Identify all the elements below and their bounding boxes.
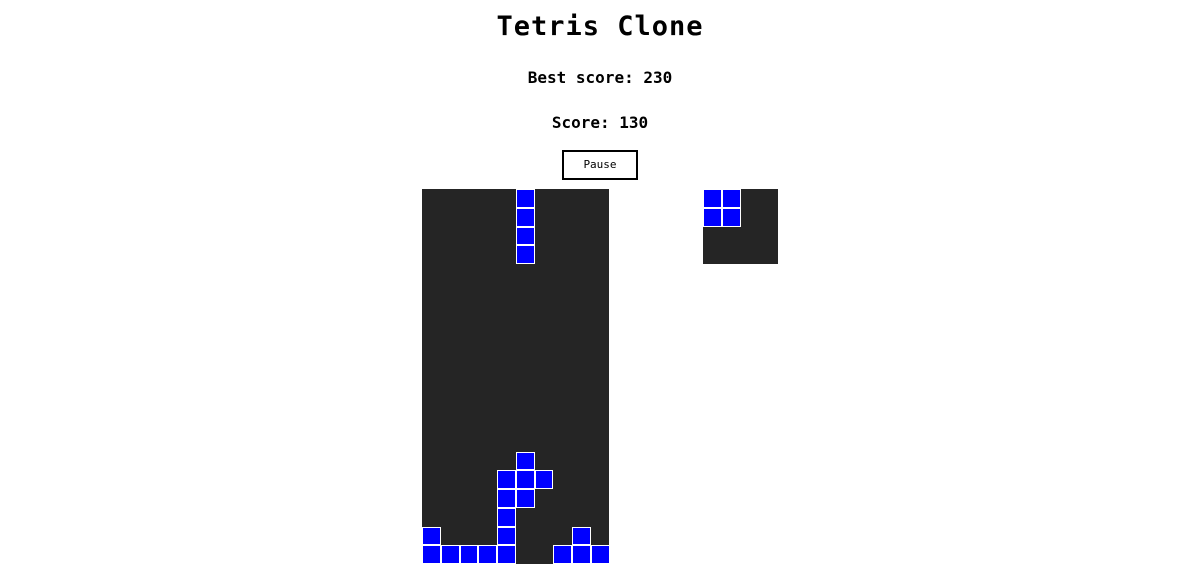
settled-block bbox=[497, 507, 516, 527]
best-score: Best score: 230 bbox=[527, 68, 673, 87]
settled-block bbox=[572, 545, 591, 564]
settled-block bbox=[497, 489, 516, 508]
settled-block bbox=[590, 545, 610, 564]
settled-block bbox=[497, 470, 516, 489]
pause-button[interactable]: Pause bbox=[562, 150, 638, 180]
settled-block bbox=[440, 545, 460, 564]
settled-block bbox=[553, 545, 572, 564]
next-piece-block bbox=[703, 207, 722, 227]
settled-block bbox=[459, 545, 479, 564]
falling-block bbox=[515, 245, 535, 264]
game-title: Tetris Clone bbox=[496, 11, 704, 42]
next-piece-block bbox=[721, 189, 741, 208]
settled-block bbox=[422, 545, 441, 564]
settled-block bbox=[478, 545, 497, 564]
settled-block bbox=[497, 545, 516, 564]
next-piece-preview bbox=[703, 189, 778, 264]
falling-block bbox=[515, 207, 535, 227]
settled-block bbox=[422, 526, 441, 546]
settled-block bbox=[572, 526, 591, 546]
next-piece-block bbox=[703, 189, 722, 208]
settled-block bbox=[515, 489, 535, 508]
falling-block bbox=[515, 189, 535, 208]
settled-block bbox=[515, 451, 535, 471]
current-score: Score: 130 bbox=[551, 113, 649, 132]
settled-block bbox=[497, 526, 516, 546]
settled-block bbox=[534, 470, 554, 489]
next-piece-block bbox=[721, 207, 741, 227]
game-board bbox=[422, 189, 610, 564]
settled-block bbox=[515, 470, 535, 489]
falling-block bbox=[515, 226, 535, 246]
